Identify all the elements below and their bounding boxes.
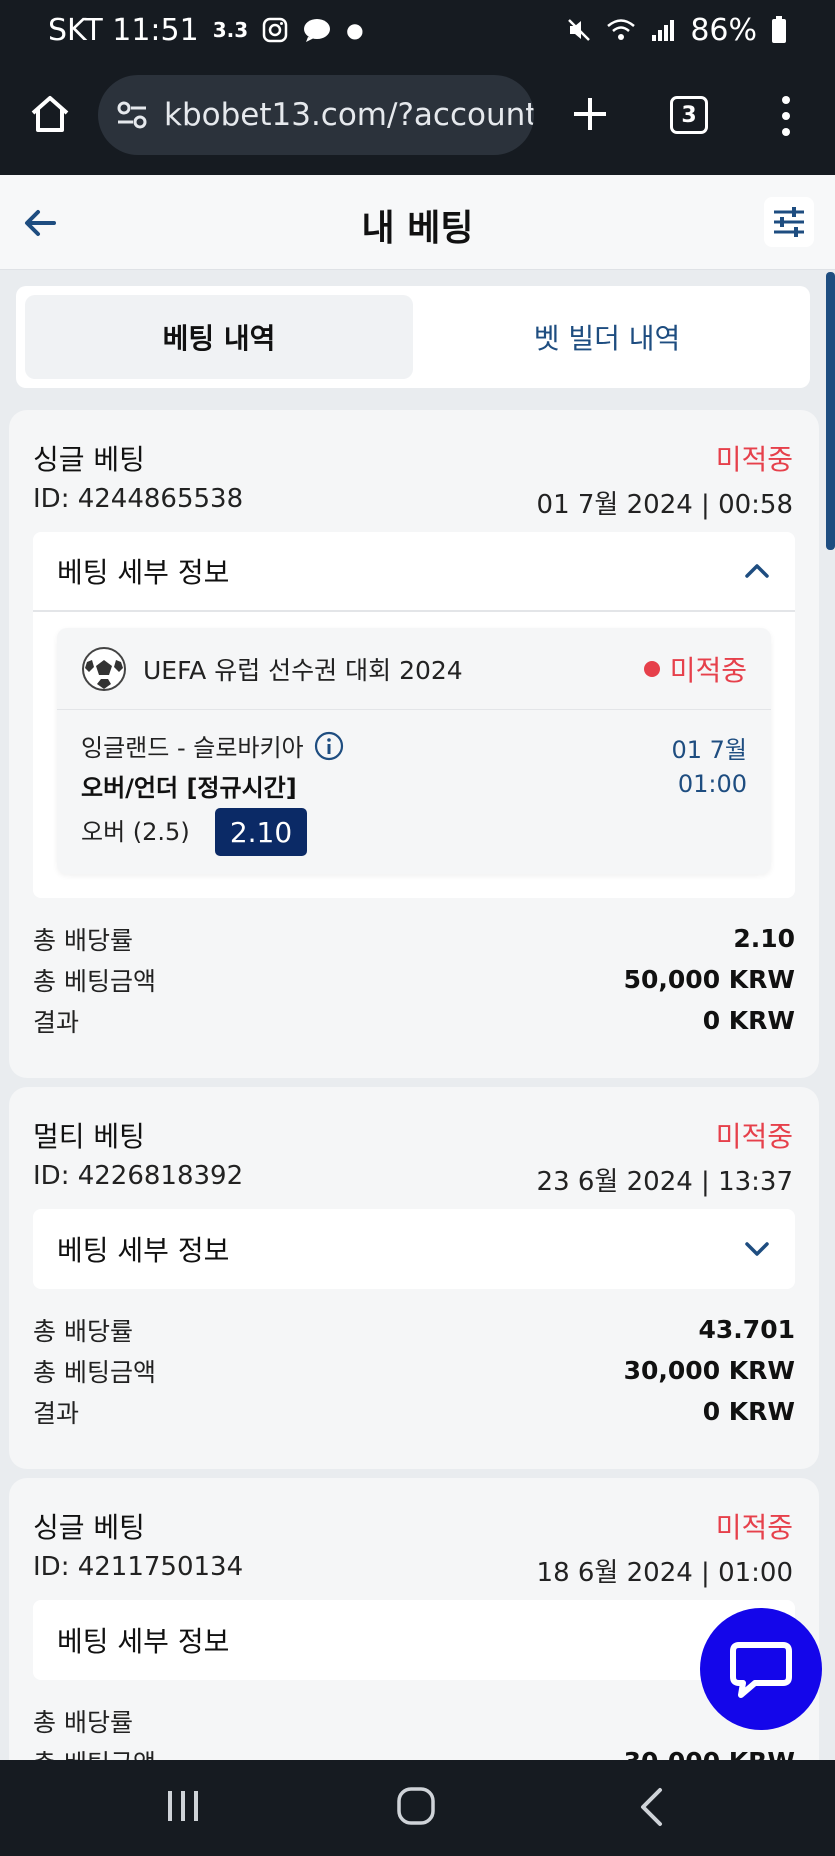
summary-value: 2.10 [733,924,795,953]
selection-status: 미적중 [643,649,747,689]
summary-value: 0 KRW [702,1006,795,1035]
filter-sliders-icon [774,207,804,237]
summary-row: 총 베팅금액 30,000 KRW [33,1350,795,1391]
system-nav-bar [0,1760,835,1856]
market-name: 오버/언더 [정규시간] [81,774,297,802]
bet-status: 미적중 [715,1511,793,1544]
bet-details-toggle[interactable]: 베팅 세부 정보 [33,1600,795,1680]
status-time: SKT 11:51 [48,12,199,48]
filter-button[interactable] [764,197,814,247]
bet-details-panel: 베팅 세부 정보 UEFA 유럽 선수권 대회 2024 미적중 잉글랜드 - … [33,532,795,898]
bet-card: 멀티 베팅 미적중 ID: 4226818392 23 6월 2024 | 13… [9,1087,819,1469]
bet-date: 18 6월 2024 | 01:00 [536,1558,793,1588]
wifi-icon [607,19,636,40]
summary-value: 43.701 [698,1315,795,1344]
summary-label: 결과 [33,1398,80,1428]
tournament-name: UEFA 유럽 선수권 대회 2024 [143,655,463,685]
bet-id: ID: 4244865538 [33,484,244,514]
bet-summary: 총 배당률 43.701 총 베팅금액 30,000 KRW 결과 0 KRW [33,1309,795,1432]
more-options-icon[interactable] [776,94,796,138]
live-chat-button[interactable] [700,1608,822,1730]
tab-bet-builder-history[interactable]: 벳 빌더 내역 [413,295,801,379]
url-text: kbobet13.com/?account [164,97,534,133]
bet-type: 싱글 베팅 [33,443,145,476]
bet-details-label: 베팅 세부 정보 [57,556,230,589]
summary-label: 총 베팅금액 [33,1357,156,1387]
bet-summary: 총 배당률 2.10 총 베팅금액 50,000 KRW 결과 0 KRW [33,918,795,1041]
summary-label: 총 배당률 [33,925,133,955]
notification-dot-icon: ● [346,18,364,42]
status-bar: SKT 11:51 3.3 ● 86% [0,0,835,60]
summary-label: 결과 [33,1007,80,1037]
signal-icon [652,20,675,41]
summary-label: 총 배당률 [33,1707,133,1737]
bet-details-toggle[interactable]: 베팅 세부 정보 [33,1209,795,1289]
bet-card: 싱글 베팅 미적중 ID: 4211750134 18 6월 2024 | 01… [9,1478,819,1798]
back-button-icon[interactable] [636,1786,666,1828]
battery-icon [772,16,786,43]
selection-pick: 오버 (2.5) [81,818,190,846]
bet-details-panel: 베팅 세부 정보 [33,1600,795,1680]
bet-details-panel: 베팅 세부 정보 [33,1209,795,1289]
bet-date: 01 7월 2024 | 00:58 [536,490,793,520]
bet-status: 미적중 [715,443,793,476]
page-title: 내 베팅 [361,208,474,249]
tab-bet-history[interactable]: 베팅 내역 [25,295,413,379]
home-button-icon[interactable] [396,1786,436,1826]
summary-row: 결과 0 KRW [33,1391,795,1432]
match-teams: 잉글랜드 - 슬로바키아 [81,734,304,762]
status-dot-icon [643,660,660,677]
bet-history-tabs: 베팅 내역 벳 빌더 내역 [16,286,810,388]
recent-apps-icon[interactable] [166,1788,200,1824]
summary-value: 30,000 KRW [623,1356,795,1385]
summary-value: 50,000 KRW [623,965,795,994]
summary-row: 총 배당률 43.701 [33,1309,795,1350]
selection-status-text: 미적중 [669,653,747,687]
summary-label: 총 배당률 [33,1316,133,1346]
bet-card: 싱글 베팅 미적중 ID: 4244865538 01 7월 2024 | 00… [9,410,819,1078]
bet-id: ID: 4226818392 [33,1161,244,1191]
battery-level: 86% [690,12,757,48]
address-bar[interactable]: kbobet13.com/?account [98,75,534,155]
match-time: 01:00 [677,770,747,798]
summary-row: 총 배당률 2.10 [33,918,795,959]
summary-value: 0 KRW [702,1397,795,1426]
network-speed: 3.3 [212,18,249,42]
summary-row: 결과 0 KRW [33,1000,795,1041]
chevron-up-icon [745,564,769,578]
tab-switcher-button[interactable]: 3 [670,96,708,134]
selection-card: UEFA 유럽 선수권 대회 2024 미적중 잉글랜드 - 슬로바키아 01 … [57,628,771,874]
page-header: 내 베팅 [0,175,835,270]
site-settings-icon[interactable] [114,97,150,133]
soccer-ball-icon [82,646,126,691]
odds-badge: 2.10 [215,808,307,856]
chevron-down-icon [745,1242,769,1256]
bet-details-label: 베팅 세부 정보 [57,1234,230,1267]
bet-status: 미적중 [715,1120,793,1153]
bet-details-toggle[interactable]: 베팅 세부 정보 [33,532,795,612]
bet-type: 멀티 베팅 [33,1120,145,1153]
info-icon[interactable] [314,731,344,761]
summary-label: 총 베팅금액 [33,966,156,996]
home-icon[interactable] [28,92,72,136]
summary-row: 총 배당률 [33,1700,795,1741]
mute-icon [568,19,591,41]
bet-details-label: 베팅 세부 정보 [57,1625,230,1658]
bet-date: 23 6월 2024 | 13:37 [536,1167,793,1197]
chat-bubble-icon [730,1642,792,1698]
new-tab-icon[interactable] [568,92,612,136]
scrollbar[interactable] [826,272,835,550]
summary-row: 총 베팅금액 50,000 KRW [33,959,795,1000]
bet-type: 싱글 베팅 [33,1511,145,1544]
browser-toolbar: kbobet13.com/?account 3 [0,60,835,175]
bet-id: ID: 4211750134 [33,1552,244,1582]
instagram-icon [262,17,288,43]
match-name: 잉글랜드 - 슬로바키아 [81,728,344,763]
thread-icon [304,19,331,42]
match-date: 01 7월 [671,736,747,764]
